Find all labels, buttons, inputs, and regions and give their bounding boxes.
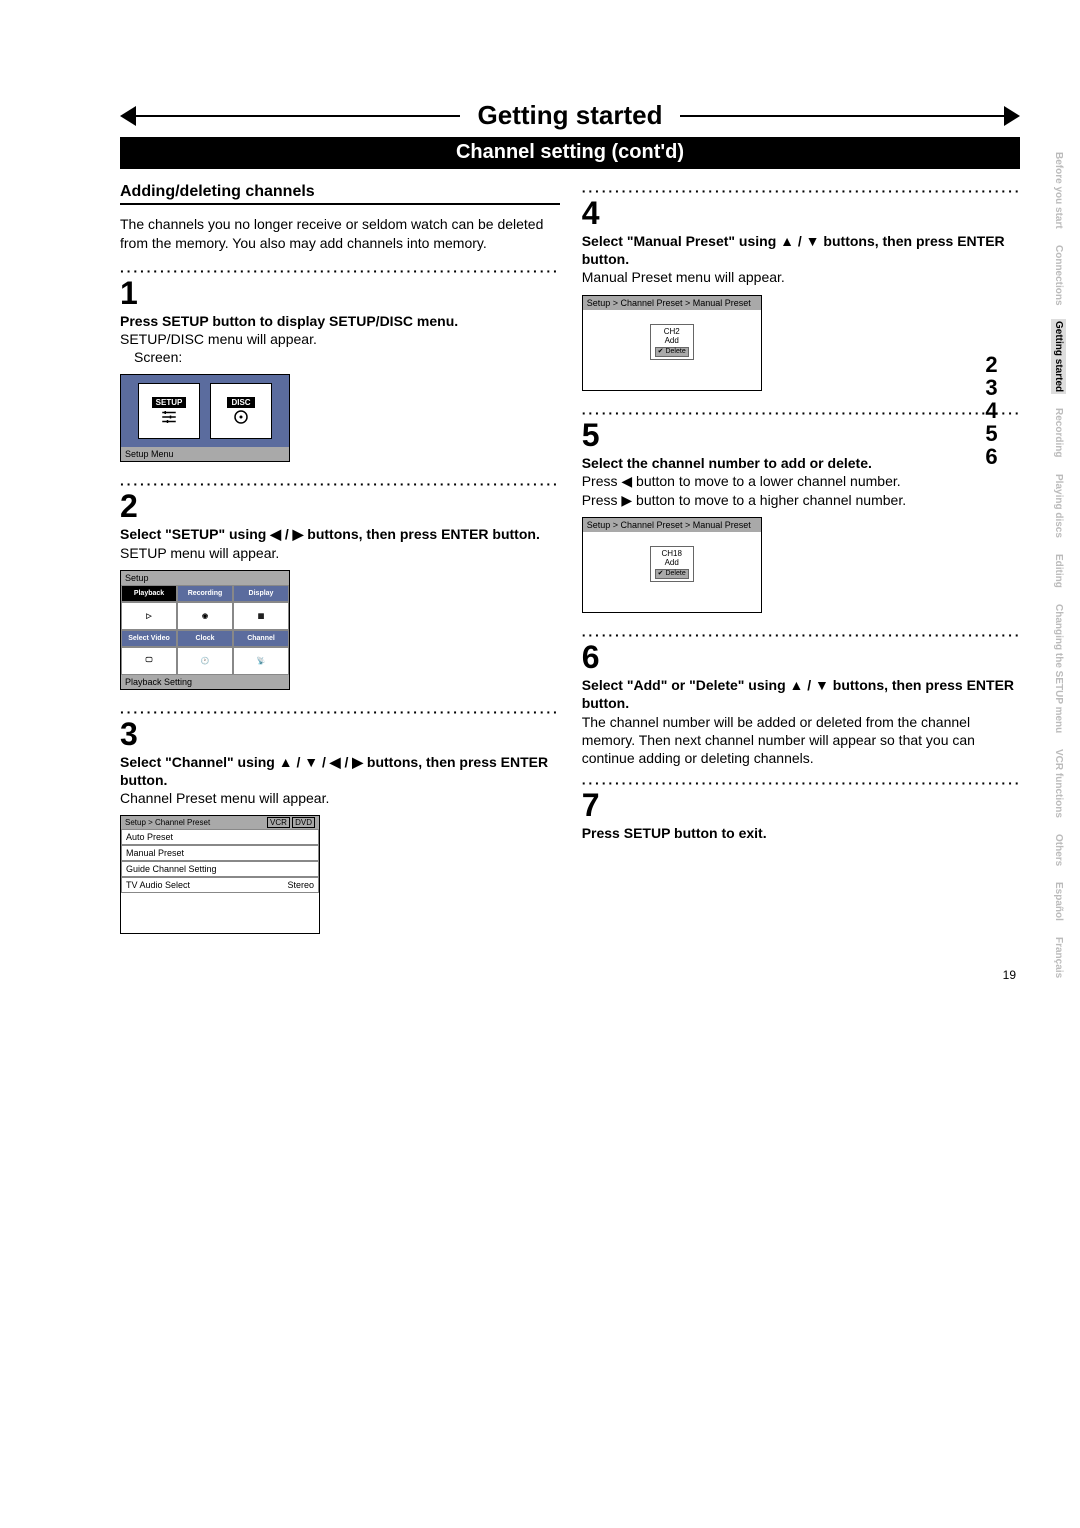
step-5-instr: Select the channel number to add or dele… bbox=[582, 454, 1022, 472]
tab-others: Others bbox=[1051, 832, 1066, 868]
disc-tile: DISC bbox=[210, 383, 272, 439]
item-manual-preset: Manual Preset bbox=[121, 845, 319, 861]
display-icon: ▦ bbox=[233, 602, 289, 630]
vcr-tag: VCR bbox=[267, 817, 290, 828]
step-1-screen-label: Screen: bbox=[120, 348, 560, 366]
cell-display: Display bbox=[233, 585, 289, 602]
step-1-instr: Press SETUP button to display SETUP/DISC… bbox=[120, 312, 560, 330]
remote-callouts-left: 2 3 4 5 6 bbox=[985, 353, 997, 468]
page-number: 19 bbox=[120, 968, 1020, 982]
add-label: Add bbox=[655, 336, 689, 346]
divider-dots bbox=[120, 704, 560, 716]
step-4-num: 4 bbox=[582, 195, 1022, 232]
sliders-icon bbox=[160, 408, 178, 426]
page-title-row: Getting started bbox=[120, 100, 1020, 131]
divider-dots bbox=[582, 405, 1022, 417]
subtitle: Channel setting (cont'd) bbox=[120, 137, 1020, 169]
step-5-num: 5 bbox=[582, 417, 1022, 454]
cell-clock: Clock bbox=[177, 630, 233, 647]
antenna-icon: 📡 bbox=[233, 647, 289, 675]
channel-box: CH18 Add ✔ Delete bbox=[650, 546, 694, 583]
cell-channel: Channel bbox=[233, 630, 289, 647]
step-7-num: 7 bbox=[582, 787, 1022, 824]
step-4-instr: Select "Manual Preset" using ▲ / ▼ butto… bbox=[582, 232, 1022, 268]
step-5-sub2: Press ▶ button to move to a higher chann… bbox=[582, 491, 1022, 509]
step-3-instr: Select "Channel" using ▲ / ▼ / ◀ / ▶ but… bbox=[120, 753, 560, 789]
divider-dots bbox=[582, 183, 1022, 195]
delete-label: ✔ Delete bbox=[655, 569, 689, 579]
video-icon: 🖵 bbox=[121, 647, 177, 675]
manual-preset-screenshot-2: Setup > Channel Preset > Manual Preset C… bbox=[582, 517, 762, 614]
dvd-tag: DVD bbox=[292, 817, 315, 828]
menu-header: Setup > Channel Preset > Manual Preset bbox=[583, 296, 761, 310]
cell-select-video: Select Video bbox=[121, 630, 177, 647]
add-label: Add bbox=[655, 558, 689, 568]
step-3-num: 3 bbox=[120, 716, 560, 753]
middle-column: 4 Select "Manual Preset" using ▲ / ▼ but… bbox=[582, 183, 1022, 948]
delete-label: ✔ Delete bbox=[655, 347, 689, 357]
play-icon: ▷ bbox=[121, 602, 177, 630]
left-column: Adding/deleting channels The channels yo… bbox=[120, 183, 560, 948]
step-7-instr: Press SETUP button to exit. bbox=[582, 824, 1022, 842]
step-2-instr: Select "SETUP" using ◀ / ▶ buttons, then… bbox=[120, 525, 560, 543]
step-4-sub: Manual Preset menu will appear. bbox=[582, 268, 1022, 286]
intro-text: The channels you no longer receive or se… bbox=[120, 215, 560, 253]
setup-tile: SETUP bbox=[138, 383, 200, 439]
setup-menu-screenshot: Setup Playback Recording Display ▷ ◉ ▦ S… bbox=[120, 570, 290, 690]
menu-header: Setup > Channel Preset > Manual Preset bbox=[583, 518, 761, 532]
step-2-sub: SETUP menu will appear. bbox=[120, 544, 560, 562]
manual-preset-screenshot-1: Setup > Channel Preset > Manual Preset C… bbox=[582, 295, 762, 392]
tab-vcr-functions: VCR functions bbox=[1051, 747, 1066, 820]
channel-label: CH2 bbox=[655, 327, 689, 337]
channel-label: CH18 bbox=[655, 549, 689, 559]
divider-dots bbox=[582, 627, 1022, 639]
divider-dots bbox=[120, 263, 560, 275]
step-6-sub: The channel number will be added or dele… bbox=[582, 713, 1022, 768]
tab-espanol: Español bbox=[1051, 880, 1066, 923]
cell-recording: Recording bbox=[177, 585, 233, 602]
menu-header: Setup bbox=[121, 571, 289, 585]
step-6-instr: Select "Add" or "Delete" using ▲ / ▼ but… bbox=[582, 676, 1022, 712]
item-tv-audio: TV Audio SelectStereo bbox=[121, 877, 319, 893]
clock-icon: 🕐 bbox=[177, 647, 233, 675]
channel-preset-menu-screenshot: Setup > Channel Preset VCR DVD Auto Pres… bbox=[120, 815, 320, 934]
item-auto-preset: Auto Preset bbox=[121, 829, 319, 845]
divider-dots bbox=[582, 775, 1022, 787]
divider-dots bbox=[120, 476, 560, 488]
step-2-num: 2 bbox=[120, 488, 560, 525]
step-5-sub1: Press ◀ button to move to a lower channe… bbox=[582, 472, 1022, 490]
section-heading: Adding/deleting channels bbox=[120, 183, 560, 205]
step-1-num: 1 bbox=[120, 275, 560, 312]
step-3-sub: Channel Preset menu will appear. bbox=[120, 789, 560, 807]
step-1-sub: SETUP/DISC menu will appear. bbox=[120, 330, 560, 348]
step-6-num: 6 bbox=[582, 639, 1022, 676]
setup-disc-menu-screenshot: SETUP DISC Setup Menu bbox=[120, 374, 290, 462]
menu-header: Setup > Channel Preset bbox=[125, 818, 210, 827]
arrow-right-icon bbox=[1004, 106, 1020, 126]
record-icon: ◉ bbox=[177, 602, 233, 630]
cell-playback: Playback bbox=[121, 585, 177, 602]
item-guide-channel: Guide Channel Setting bbox=[121, 861, 319, 877]
menu-caption: Playback Setting bbox=[121, 675, 289, 689]
tab-francais: Français bbox=[1051, 935, 1066, 980]
setup-caption: Setup Menu bbox=[121, 447, 289, 461]
page-title: Getting started bbox=[460, 100, 681, 131]
disc-icon bbox=[232, 408, 250, 426]
channel-box: CH2 Add ✔ Delete bbox=[650, 324, 694, 361]
